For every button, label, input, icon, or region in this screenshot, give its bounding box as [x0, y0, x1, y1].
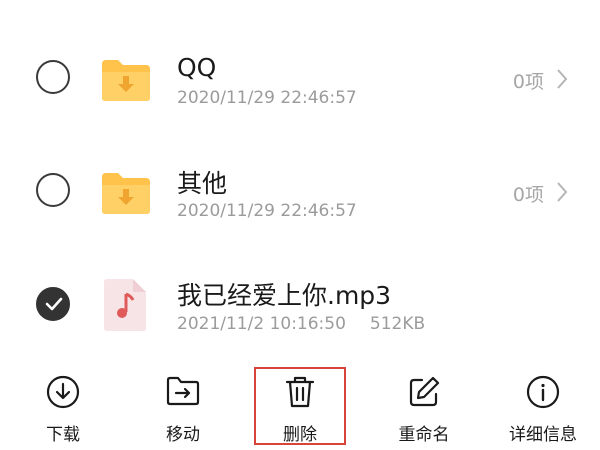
file-row-mp3[interactable]: 我已经爱上你.mp3 2021/11/2 10:16:50 512KB [0, 245, 600, 357]
file-name: 我已经爱上你.mp3 [177, 281, 392, 310]
select-checkbox[interactable] [36, 60, 70, 94]
download-button[interactable]: 下载 [13, 360, 113, 450]
select-checkbox[interactable] [36, 173, 70, 207]
chevron-right-icon[interactable] [556, 68, 568, 94]
item-count: 0项 [512, 71, 544, 93]
download-label: 下载 [46, 425, 80, 445]
rename-button[interactable]: 重命名 [374, 360, 474, 450]
file-size: 512KB [369, 314, 426, 334]
file-row-qq[interactable]: QQ 2020/11/29 22:46:57 0项 [0, 20, 600, 132]
file-date: 2021/11/2 10:16:50 [177, 314, 346, 334]
file-date: 2020/11/29 22:46:57 [177, 88, 357, 108]
move-icon [165, 375, 201, 411]
edit-icon [407, 375, 441, 413]
details-label: 详细信息 [509, 425, 577, 445]
info-icon [526, 375, 560, 413]
download-icon [46, 375, 80, 413]
folder-icon [100, 58, 152, 106]
item-count: 0项 [512, 184, 544, 206]
file-date: 2020/11/29 22:46:57 [177, 201, 357, 221]
audio-file-icon [100, 278, 148, 336]
file-row-other[interactable]: 其他 2020/11/29 22:46:57 0项 [0, 133, 600, 245]
details-button[interactable]: 详细信息 [493, 360, 593, 450]
chevron-right-icon[interactable] [556, 181, 568, 207]
rename-label: 重命名 [398, 425, 450, 445]
file-name: 其他 [177, 169, 228, 198]
file-meta: 2021/11/2 10:16:50 512KB [177, 314, 425, 334]
file-name: QQ [177, 53, 217, 82]
delete-highlight-box [254, 367, 346, 445]
move-label: 移动 [166, 425, 200, 445]
move-button[interactable]: 移动 [133, 360, 233, 450]
folder-icon [100, 171, 152, 219]
select-checkbox-checked[interactable] [36, 287, 70, 321]
